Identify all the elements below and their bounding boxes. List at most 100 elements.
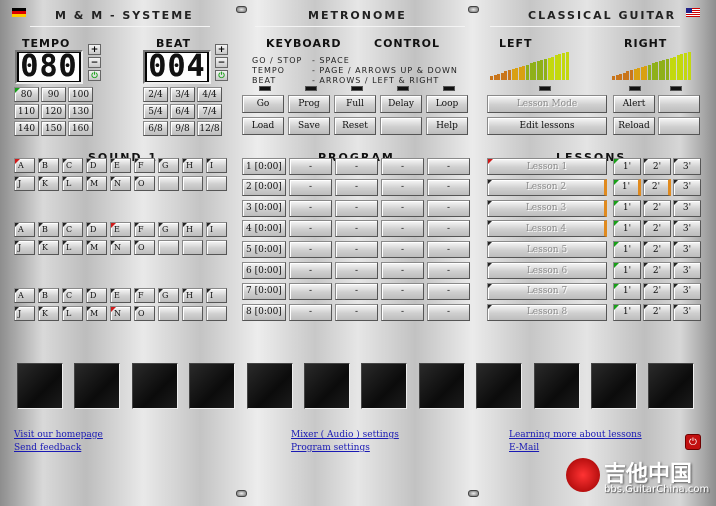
sound-pad-A[interactable]: A	[14, 222, 35, 237]
program-cell[interactable]: -	[381, 199, 424, 217]
program-row-2[interactable]: 2 [0:00]	[242, 178, 286, 196]
sound-pad-D[interactable]: D	[86, 288, 107, 303]
program-cell[interactable]: -	[289, 303, 332, 321]
program-cell[interactable]: -	[427, 158, 470, 175]
lesson-1-time-1[interactable]: 1'	[613, 158, 641, 175]
sound-pad-K[interactable]: K	[38, 176, 59, 191]
control-button-loop[interactable]: Loop	[426, 95, 468, 113]
tempo-minus-button[interactable]: −	[88, 57, 101, 68]
feedback-link[interactable]: Send feedback	[14, 443, 81, 453]
lesson-6-time-2[interactable]: 2'	[643, 262, 671, 279]
drum-pad-6[interactable]	[304, 363, 350, 409]
control-button-load[interactable]: Load	[242, 117, 284, 135]
program-row-6[interactable]: 6 [0:00]	[242, 262, 286, 279]
lesson-2-time-3[interactable]: 3'	[673, 178, 701, 196]
lesson-8[interactable]: Lesson 8	[487, 303, 607, 321]
beat-preset-1[interactable]: 2/4	[143, 87, 168, 102]
sound-pad-N[interactable]: N	[110, 306, 131, 321]
sound-pad-G[interactable]: G	[158, 158, 179, 173]
drum-pad-8[interactable]	[418, 363, 465, 409]
sound-pad-blank[interactable]	[182, 306, 203, 321]
program-cell[interactable]: -	[381, 158, 424, 175]
sound-pad-blank[interactable]	[206, 240, 227, 255]
sound-pad-L[interactable]: L	[62, 176, 83, 191]
sound-pad-M[interactable]: M	[86, 176, 107, 191]
drum-pad-3[interactable]	[131, 363, 178, 409]
tempo-preset-3[interactable]: 100	[68, 87, 93, 102]
drum-pad-4[interactable]	[189, 363, 236, 409]
sound-pad-blank[interactable]	[158, 306, 179, 321]
tempo-preset-5[interactable]: 120	[41, 104, 66, 119]
drum-pad-12[interactable]	[648, 363, 695, 409]
program-cell[interactable]: -	[289, 199, 332, 217]
sound-pad-H[interactable]: H	[182, 222, 203, 237]
sound-pad-O[interactable]: O	[134, 176, 155, 191]
sound-pad-F[interactable]: F	[134, 222, 155, 237]
lesson-mode-button[interactable]: Lesson Mode	[487, 95, 607, 113]
program-cell[interactable]: -	[335, 262, 378, 279]
program-cell[interactable]: -	[335, 241, 378, 259]
sound-pad-J[interactable]: J	[14, 176, 35, 191]
drum-pad-5[interactable]	[246, 363, 293, 409]
tempo-preset-6[interactable]: 130	[68, 104, 93, 119]
sound-pad-C[interactable]: C	[62, 288, 83, 303]
sound-pad-M[interactable]: M	[86, 306, 107, 321]
sound-pad-M[interactable]: M	[86, 240, 107, 255]
program-row-7[interactable]: 7 [0:00]	[242, 282, 286, 300]
program-cell[interactable]: -	[289, 282, 332, 300]
tempo-reset-icon[interactable]: ⏻	[88, 70, 101, 81]
sound-pad-J[interactable]: J	[14, 240, 35, 255]
tempo-preset-2[interactable]: 90	[41, 87, 66, 102]
program-cell[interactable]: -	[335, 220, 378, 238]
sound-pad-K[interactable]: K	[38, 306, 59, 321]
drum-pad-11[interactable]	[591, 363, 637, 409]
email-link[interactable]: E-Mail	[509, 443, 539, 453]
control-button-blank[interactable]	[380, 117, 422, 135]
beat-plus-button[interactable]: +	[215, 44, 228, 55]
control-button-help[interactable]: Help	[426, 117, 468, 135]
lesson-1-time-3[interactable]: 3'	[673, 158, 701, 175]
sound-pad-blank[interactable]	[206, 176, 227, 191]
reload-extra-button[interactable]	[658, 117, 700, 135]
drum-pad-10[interactable]	[533, 363, 580, 409]
sound-pad-O[interactable]: O	[134, 306, 155, 321]
sound-pad-A[interactable]: A	[14, 158, 35, 173]
lesson-5-time-2[interactable]: 2'	[643, 241, 671, 259]
program-cell[interactable]: -	[381, 282, 424, 300]
sound-pad-D[interactable]: D	[86, 222, 107, 237]
control-button-prog[interactable]: Prog	[288, 95, 330, 113]
lesson-6[interactable]: Lesson 6	[487, 262, 607, 279]
mixer-settings-link[interactable]: Mixer ( Audio ) settings	[291, 430, 399, 440]
beat-preset-8[interactable]: 9/8	[170, 121, 195, 136]
lesson-3-time-2[interactable]: 2'	[643, 199, 671, 217]
sound-pad-E[interactable]: E	[110, 288, 131, 303]
power-icon[interactable]: ⏻	[685, 434, 701, 450]
program-cell[interactable]: -	[289, 262, 332, 279]
beat-preset-4[interactable]: 5/4	[143, 104, 168, 119]
sound-pad-blank[interactable]	[158, 240, 179, 255]
sound-pad-I[interactable]: I	[206, 222, 227, 237]
lesson-8-time-1[interactable]: 1'	[613, 303, 641, 321]
program-cell[interactable]: -	[381, 303, 424, 321]
sound-pad-I[interactable]: I	[206, 288, 227, 303]
sound-pad-H[interactable]: H	[182, 158, 203, 173]
sound-pad-A[interactable]: A	[14, 288, 35, 303]
sound-pad-L[interactable]: L	[62, 306, 83, 321]
beat-reset-icon[interactable]: ⏻	[215, 70, 228, 81]
program-cell[interactable]: -	[289, 158, 332, 175]
beat-preset-3[interactable]: 4/4	[197, 87, 222, 102]
lesson-7-time-3[interactable]: 3'	[673, 282, 701, 300]
program-cell[interactable]: -	[289, 220, 332, 238]
sound-pad-E[interactable]: E	[110, 158, 131, 173]
program-cell[interactable]: -	[427, 178, 470, 196]
lesson-8-time-3[interactable]: 3'	[673, 303, 701, 321]
lesson-1[interactable]: Lesson 1	[487, 158, 607, 175]
program-cell[interactable]: -	[335, 158, 378, 175]
sound-pad-G[interactable]: G	[158, 222, 179, 237]
program-row-5[interactable]: 5 [0:00]	[242, 241, 286, 259]
program-cell[interactable]: -	[427, 303, 470, 321]
control-button-save[interactable]: Save	[288, 117, 330, 135]
program-cell[interactable]: -	[427, 241, 470, 259]
lesson-7-time-2[interactable]: 2'	[643, 282, 671, 300]
sound-pad-J[interactable]: J	[14, 306, 35, 321]
